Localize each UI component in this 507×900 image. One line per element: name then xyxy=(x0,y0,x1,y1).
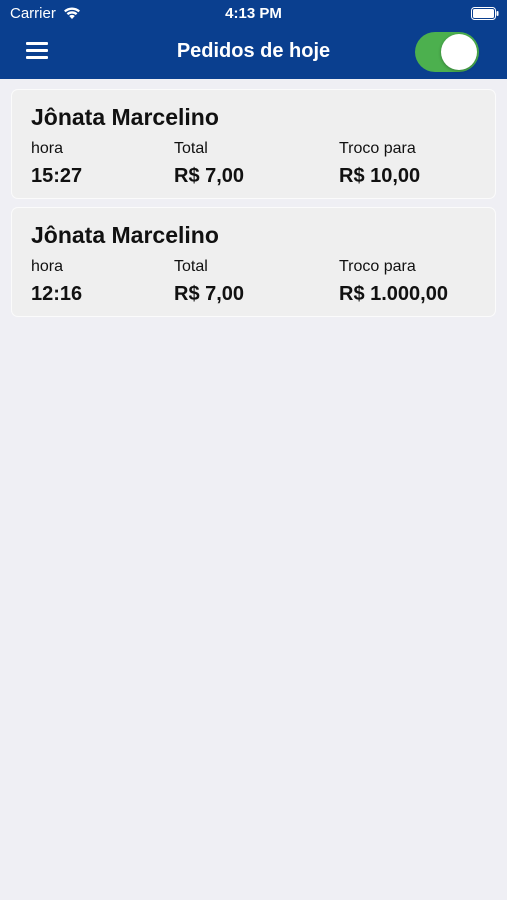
time-label: hora xyxy=(31,140,64,157)
time-value: 15:27 xyxy=(31,165,83,187)
total-label: Total xyxy=(174,140,208,157)
toggle-knob xyxy=(441,34,477,70)
customer-name: Jônata Marcelino xyxy=(31,222,219,248)
total-column: Total R$ 7,00 xyxy=(174,140,244,188)
toggle-switch[interactable] xyxy=(415,32,479,72)
time-label: hora xyxy=(31,258,64,275)
order-card[interactable]: Jônata Marcelino hora 12:16 Total R$ 7,0… xyxy=(12,208,495,316)
app-header: Carrier 4:13 PM Pedidos de hoje xyxy=(0,0,507,79)
total-label: Total xyxy=(174,258,208,275)
time-value: 12:16 xyxy=(31,283,83,305)
total-value: R$ 7,00 xyxy=(174,283,245,305)
total-column: Total R$ 7,00 xyxy=(174,258,244,306)
order-card[interactable]: Jônata Marcelino hora 15:27 Total R$ 7,0… xyxy=(12,90,495,198)
status-time: 4:13 PM xyxy=(225,5,282,22)
change-column: Troco para R$ 10,00 xyxy=(339,140,420,188)
change-label: Troco para xyxy=(339,140,416,157)
change-label: Troco para xyxy=(339,258,416,275)
change-column: Troco para R$ 1.000,00 xyxy=(339,258,448,306)
customer-name: Jônata Marcelino xyxy=(31,104,219,130)
orders-list: Jônata Marcelino hora 15:27 Total R$ 7,0… xyxy=(12,90,495,326)
change-value: R$ 10,00 xyxy=(339,165,421,187)
total-value: R$ 7,00 xyxy=(174,165,245,187)
navigation-bar: Pedidos de hoje xyxy=(0,28,507,79)
change-value: R$ 1.000,00 xyxy=(339,283,448,305)
time-column: hora 12:16 xyxy=(31,258,82,306)
battery-icon xyxy=(471,7,499,20)
status-bar: Carrier 4:13 PM xyxy=(0,0,507,28)
time-column: hora 15:27 xyxy=(31,140,82,188)
